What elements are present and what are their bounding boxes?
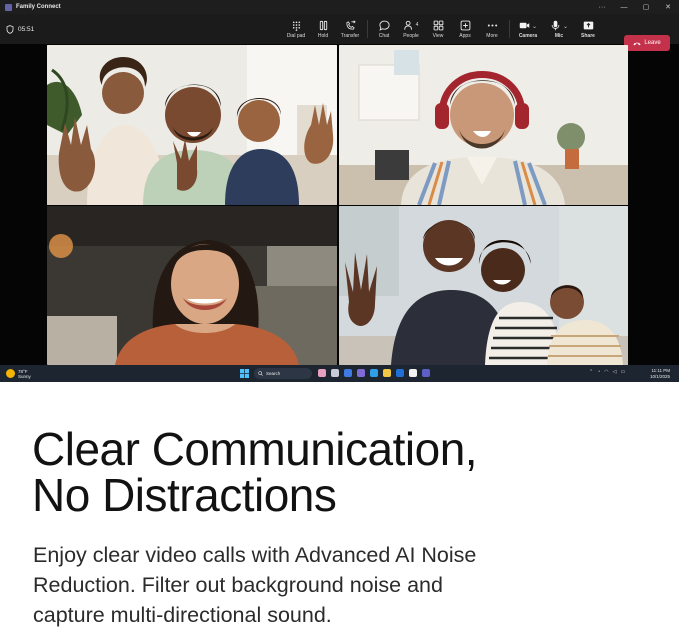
task-view-icon[interactable] xyxy=(331,369,339,377)
share-label: Share xyxy=(581,32,595,39)
chat-icon xyxy=(378,20,390,31)
view-label: View xyxy=(432,32,444,39)
participant-video-man-headphones[interactable] xyxy=(339,45,628,205)
mic-options-chevron-icon[interactable]: ⌄ xyxy=(563,23,568,30)
edge-browser-icon[interactable] xyxy=(370,369,378,377)
apps-button[interactable]: Apps xyxy=(452,14,478,44)
man-headphones-video-image xyxy=(339,45,628,205)
title-bar: Family Connect ··· — ▢ ✕ xyxy=(0,0,679,14)
people-button[interactable]: 4 People xyxy=(398,14,424,44)
weather-text: 78°F Sunny xyxy=(18,369,31,379)
participant-video-family-baby[interactable] xyxy=(339,206,628,365)
battery-icon[interactable]: ▭ xyxy=(620,369,625,375)
family-waving-video-image xyxy=(47,45,337,205)
maximize-button[interactable]: ▢ xyxy=(635,0,657,14)
view-icon xyxy=(433,20,443,30)
chat-button[interactable]: Chat xyxy=(371,14,397,44)
view-button[interactable]: View xyxy=(425,14,451,44)
widgets-app-icon[interactable] xyxy=(344,369,352,377)
os-taskbar: 78°F Sunny Search ⌃ ◔ ◠ ◁ ▭ 11:11 PM 10/… xyxy=(0,365,679,382)
more-label: More xyxy=(486,32,498,39)
camera-options-chevron-icon[interactable]: ⌄ xyxy=(532,23,537,30)
transfer-button[interactable]: Transfer xyxy=(337,14,363,44)
more-icon xyxy=(487,23,497,27)
people-icon xyxy=(403,20,412,30)
windows-start-icon[interactable] xyxy=(240,369,249,378)
feature-headline: Clear Communication, No Distractions xyxy=(32,426,652,518)
more-button[interactable]: More xyxy=(479,14,505,44)
camera-icon xyxy=(519,22,530,28)
chat-label: Chat xyxy=(378,32,390,39)
share-button[interactable]: Share xyxy=(575,14,601,44)
search-icon xyxy=(258,371,263,376)
office-app-icon[interactable] xyxy=(409,369,417,377)
mic-label: Mic xyxy=(554,32,564,39)
pause-icon xyxy=(319,20,327,30)
camera-label: Camera xyxy=(518,32,538,39)
description-line: Enjoy clear video calls with Advanced AI… xyxy=(33,543,477,567)
dial-pad-button[interactable]: Dial pad xyxy=(283,14,309,44)
close-button[interactable]: ✕ xyxy=(657,0,679,14)
search-placeholder: Search xyxy=(266,371,281,376)
toolbar-divider xyxy=(367,20,368,38)
camera-button[interactable]: ⌄ Camera xyxy=(513,14,543,44)
elapsed-time: 05:51 xyxy=(18,25,35,33)
copilot-app-icon[interactable] xyxy=(318,369,326,377)
apps-icon xyxy=(460,20,470,30)
app-logo-icon xyxy=(5,3,12,11)
tray-overflow-chevron-icon[interactable]: ⌃ xyxy=(589,369,593,375)
participant-video-family-waving[interactable] xyxy=(47,45,337,205)
window-title: Family Connect xyxy=(16,4,61,10)
dialpad-icon xyxy=(292,20,300,31)
minimize-button[interactable]: — xyxy=(613,0,635,14)
call-toolbar: 05:51 Dial pad Hold Transfer Chat 4 Peop… xyxy=(0,14,679,51)
apps-label: Apps xyxy=(459,32,471,39)
file-explorer-icon[interactable] xyxy=(383,369,391,377)
system-tray: ⌃ ◔ ◠ ◁ ▭ xyxy=(589,369,629,375)
pinned-apps xyxy=(318,369,435,377)
leave-button[interactable]: Leave xyxy=(624,35,670,51)
toolbar-divider xyxy=(509,20,510,38)
shield-icon xyxy=(6,24,14,34)
toolbar-actions: Dial pad Hold Transfer Chat 4 People Vie… xyxy=(283,14,602,44)
headline-line: No Distractions xyxy=(32,469,337,521)
smiling-woman-video-image xyxy=(47,206,337,365)
feature-description: Enjoy clear video calls with Advanced AI… xyxy=(33,540,653,630)
people-count: 4 xyxy=(415,22,419,28)
clock-date: 10/1/2025 xyxy=(650,373,671,379)
taskbar-search-box[interactable]: Search xyxy=(254,368,312,379)
network-icon[interactable]: ◔ xyxy=(597,369,600,375)
dial-pad-label: Dial pad xyxy=(286,32,306,39)
mic-button[interactable]: ⌄ Mic xyxy=(544,14,574,44)
participant-video-smiling-woman[interactable] xyxy=(47,206,337,365)
weather-widget[interactable]: 78°F Sunny xyxy=(6,369,31,379)
sun-icon xyxy=(6,369,15,378)
weather-description: Sunny xyxy=(18,373,31,379)
wifi-icon[interactable]: ◠ xyxy=(604,369,608,375)
leave-label: Leave xyxy=(644,40,661,46)
store-app-icon[interactable] xyxy=(396,369,404,377)
hold-label: Hold xyxy=(317,32,329,39)
call-window: Family Connect ··· — ▢ ✕ 05:51 Dial pad … xyxy=(0,0,679,382)
hang-up-icon xyxy=(633,42,641,45)
volume-icon[interactable]: ◁ xyxy=(613,369,617,375)
transfer-icon xyxy=(345,19,356,30)
headline-line: Clear Communication, xyxy=(32,423,478,475)
family-connect-app-icon[interactable] xyxy=(422,369,430,377)
family-baby-video-image xyxy=(339,206,628,365)
taskbar-clock[interactable]: 11:11 PM 10/1/2025 xyxy=(650,368,670,379)
call-timer: 05:51 xyxy=(6,24,35,34)
mic-icon xyxy=(551,20,560,30)
transfer-label: Transfer xyxy=(340,32,360,39)
more-options-icon[interactable]: ··· xyxy=(591,0,613,14)
teams-app-icon[interactable] xyxy=(357,369,365,377)
description-line: Reduction. Filter out background noise a… xyxy=(33,573,443,597)
hold-button[interactable]: Hold xyxy=(310,14,336,44)
share-icon xyxy=(583,21,593,29)
people-label: People xyxy=(403,32,419,39)
description-line: capture multi-directional sound. xyxy=(33,603,332,627)
